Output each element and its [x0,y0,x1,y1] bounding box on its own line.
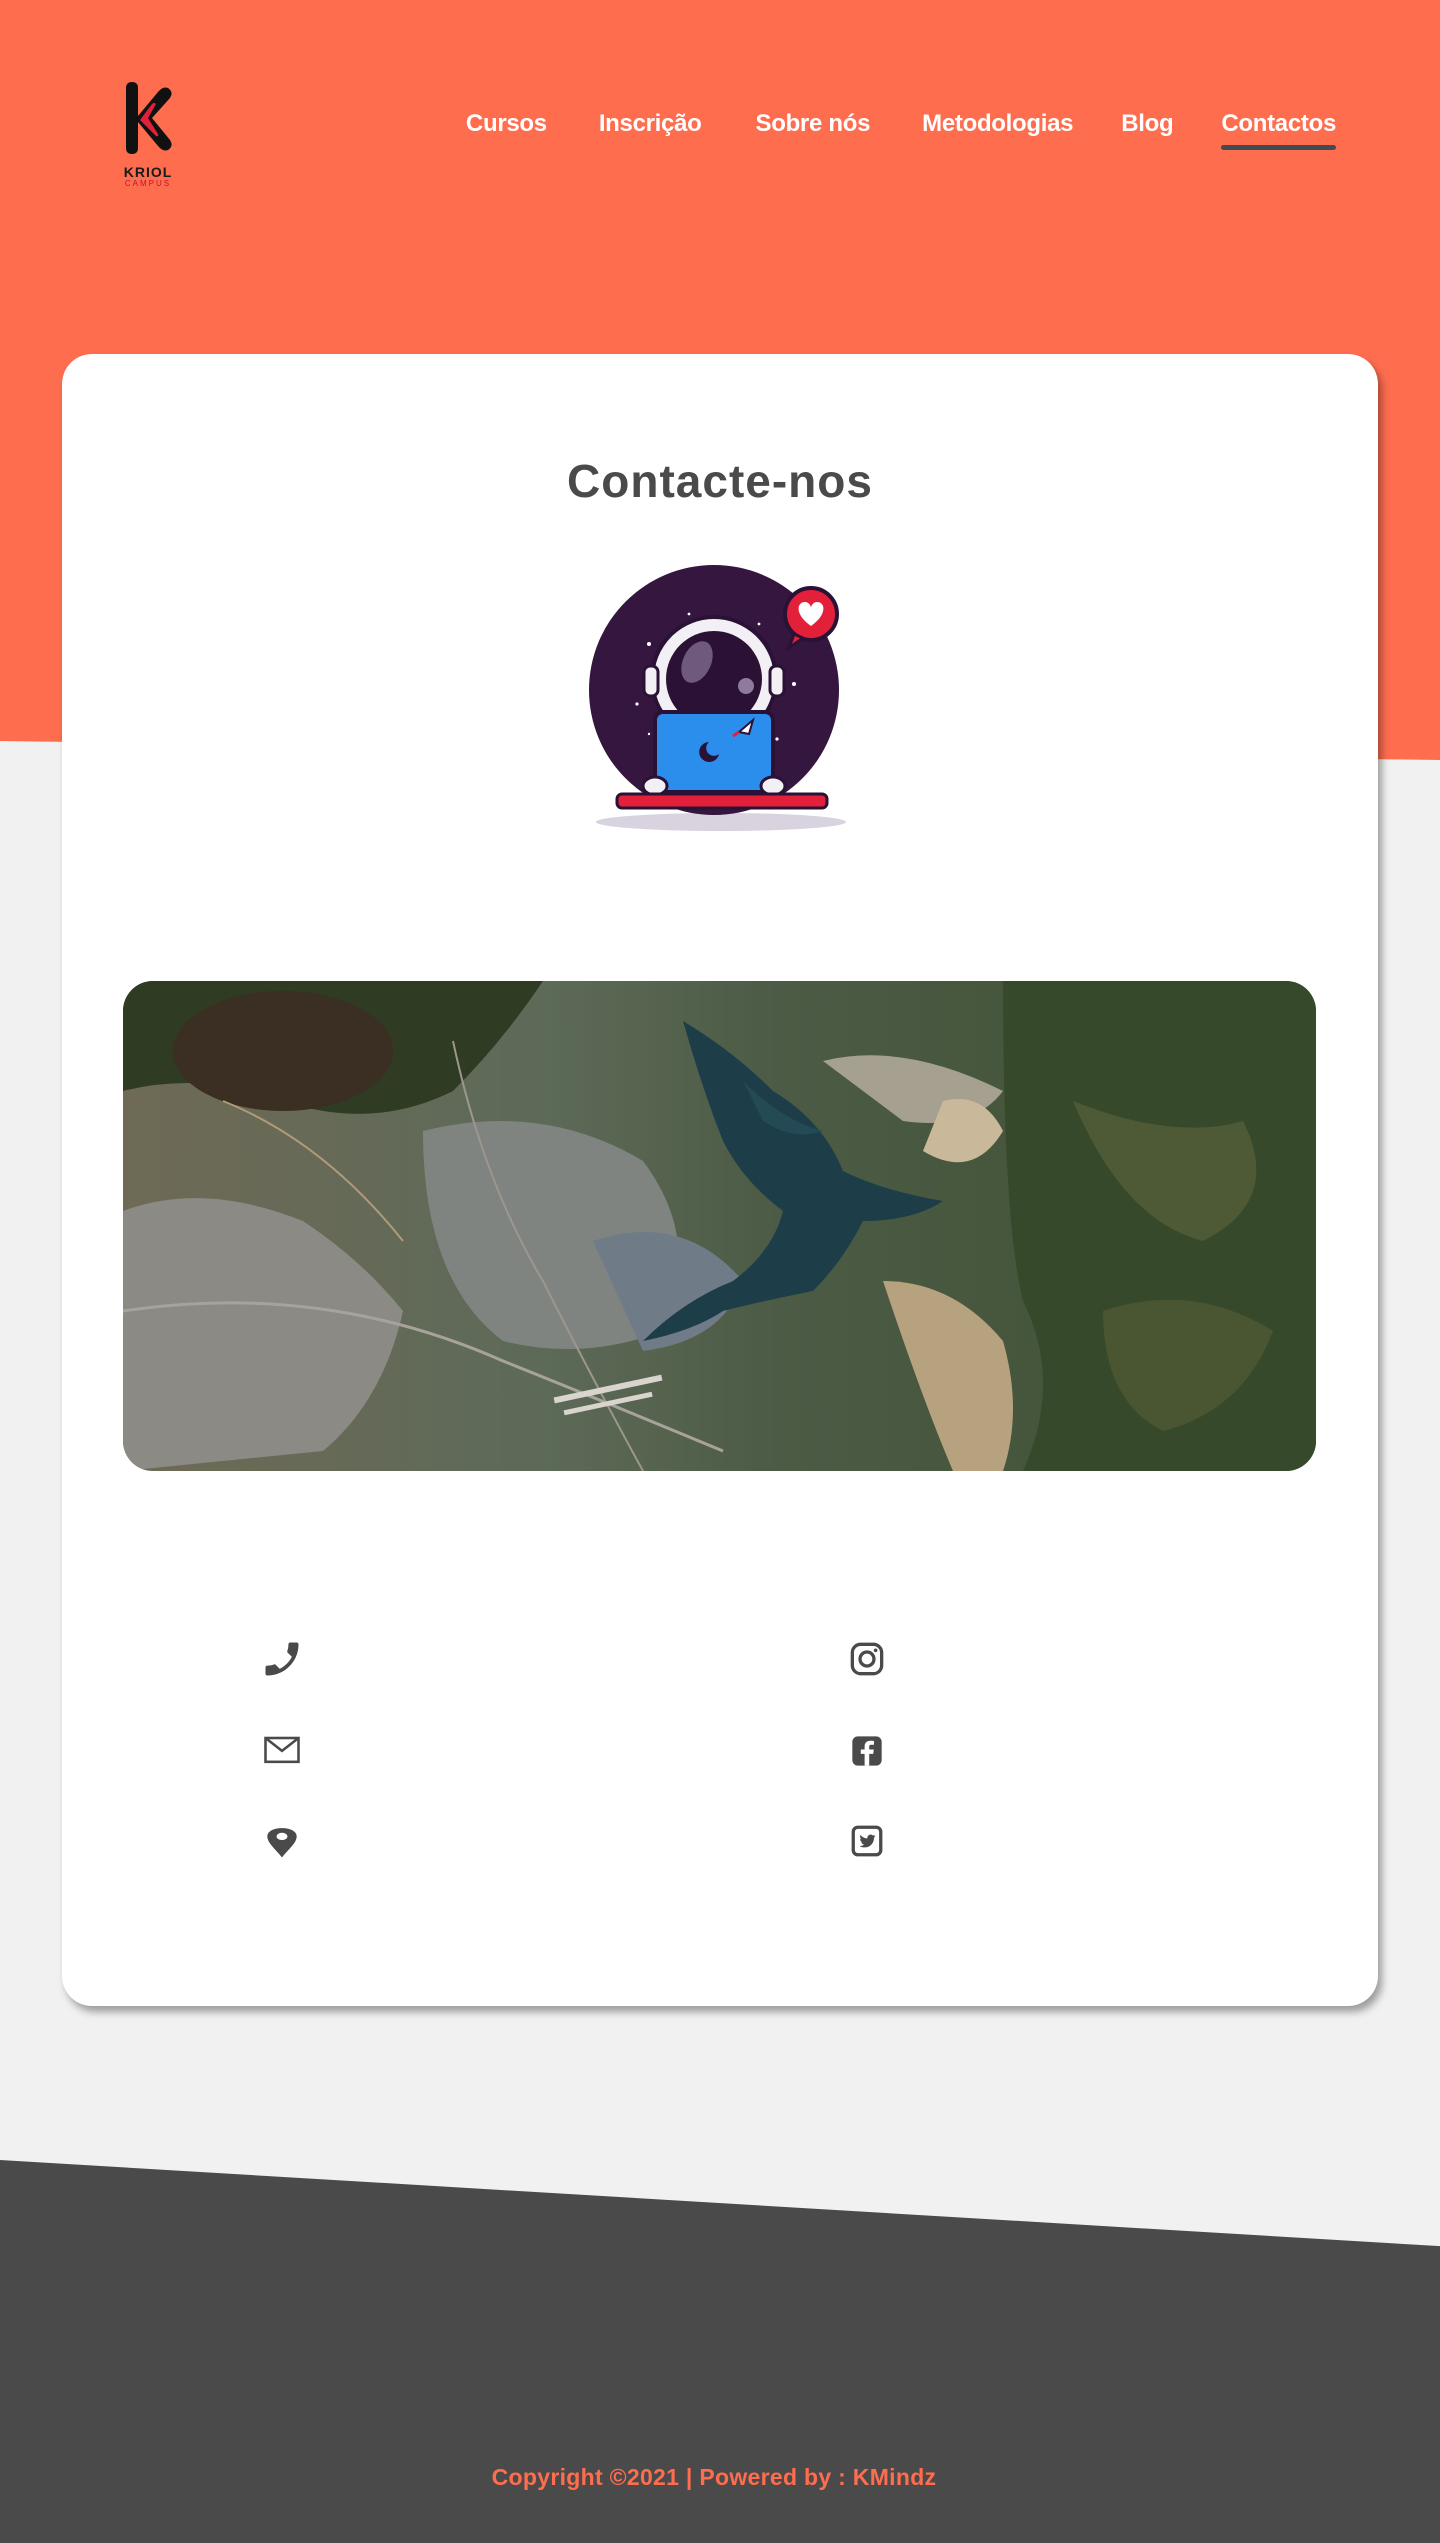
copyright-text: Copyright ©2021 | Powered by : KMindz [491,2464,937,2490]
contact-card: Contacte-nos [62,354,1378,2006]
phone-icon[interactable] [260,1637,304,1681]
astronaut-illustration [589,554,859,834]
nav-item-inscricao[interactable]: Inscrição [599,110,702,150]
k-logo-icon [126,82,172,154]
nav-item-cursos[interactable]: Cursos [466,110,547,150]
location-pin-icon[interactable] [260,1819,304,1863]
nav-item-sobre-nos[interactable]: Sobre nós [756,110,871,150]
twitter-icon[interactable] [845,1819,889,1863]
page-title: Contacte-nos [567,455,873,507]
facebook-icon[interactable] [845,1729,889,1773]
nav-item-metodologias[interactable]: Metodologias [922,110,1073,150]
logo-subtext: CAMPUS [124,179,172,188]
nav-item-contactos[interactable]: Contactos [1221,110,1336,150]
mail-icon[interactable] [260,1727,304,1771]
satellite-map[interactable] [123,981,1316,1471]
main-navigation: Cursos Inscrição Sobre nós Metodologias … [466,110,1336,150]
nav-item-blog[interactable]: Blog [1121,110,1173,150]
brand-logo[interactable]: KRIOL CAMPUS [118,82,178,192]
logo-text: KRIOL [123,164,173,180]
instagram-icon[interactable] [845,1637,889,1681]
